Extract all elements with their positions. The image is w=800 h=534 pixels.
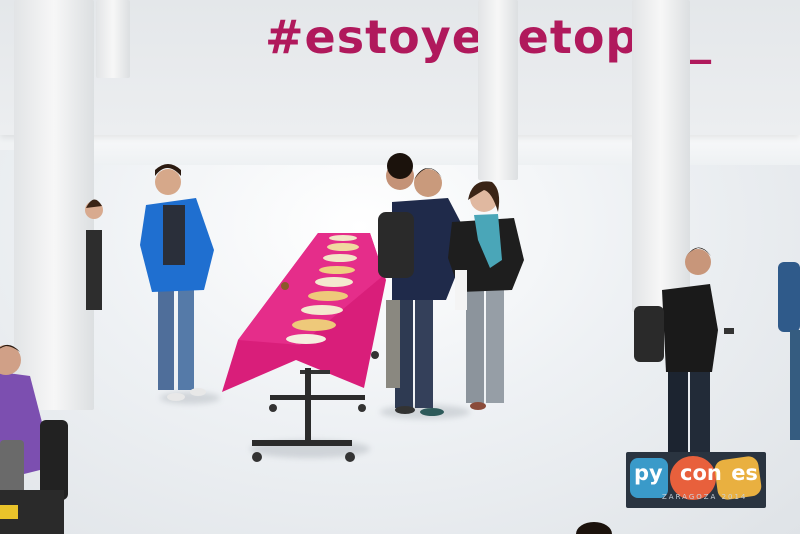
- man-blue-jacket: [140, 164, 214, 401]
- pycon-logo: py con es ZARAGOZA 2014: [626, 452, 766, 508]
- logo-es-text: es: [731, 461, 758, 485]
- woman-left: [85, 199, 103, 310]
- logo-py-text: py: [634, 461, 663, 485]
- conference-photo: #estoyenetopia_: [0, 0, 800, 534]
- person-far-right: [778, 262, 800, 440]
- snack-table: [222, 233, 386, 462]
- logo-wordmark: py con es: [634, 461, 758, 485]
- logo-con-text: con: [680, 461, 722, 485]
- partial-head-bottom: [576, 522, 612, 534]
- man-with-phone: [634, 247, 734, 460]
- seated-man: [0, 345, 68, 534]
- woman-with-scarf: [448, 181, 524, 410]
- logo-subtitle: ZARAGOZA 2014: [662, 493, 748, 501]
